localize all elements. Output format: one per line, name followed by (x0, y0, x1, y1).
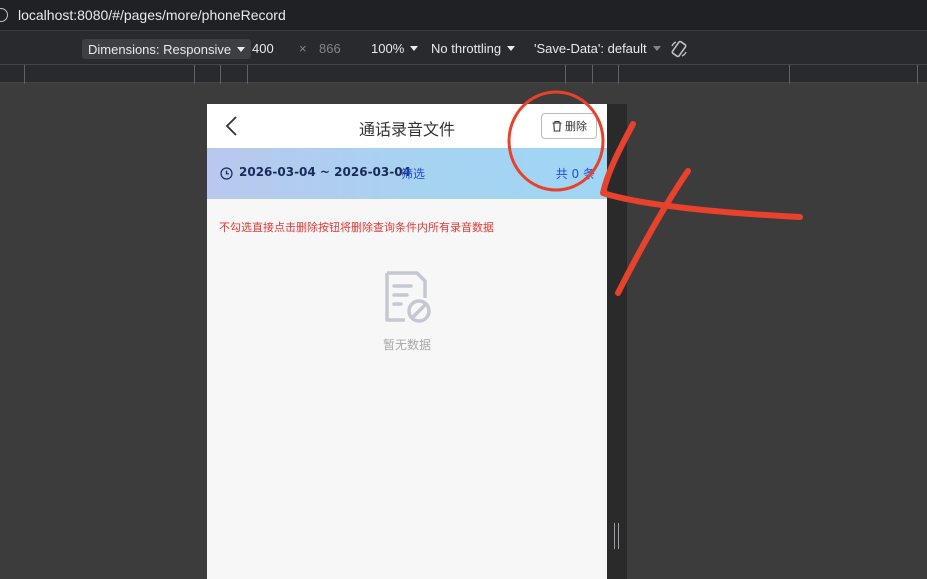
ruler-tick (565, 65, 566, 84)
resize-grip-icon[interactable] (614, 523, 620, 549)
ruler-tick (194, 65, 195, 84)
media-query-ruler[interactable] (0, 64, 927, 84)
total-count: 共 0 条 (555, 167, 595, 181)
delete-button[interactable]: 删除 (541, 113, 597, 139)
ruler-tick (917, 65, 918, 84)
throttling-select[interactable]: No throttling (431, 41, 516, 56)
empty-state-text: 暂无数据 (382, 338, 431, 352)
delete-label: 删除 (565, 120, 587, 133)
times-sign: × (299, 41, 307, 56)
filter-link[interactable]: 筛选 (401, 165, 425, 182)
ruler-tick (618, 65, 619, 84)
throttling-label: No throttling (431, 41, 502, 56)
device-toolbar: Dimensions: Responsive 400 × 866 100% No… (0, 30, 927, 64)
save-data-select[interactable]: 'Save-Data': default (534, 41, 661, 56)
height-input[interactable]: 866 (319, 41, 341, 56)
zoom-select[interactable]: 100% (371, 41, 419, 56)
chevron-down-icon (652, 46, 661, 51)
chevron-down-icon (410, 46, 419, 51)
chevron-down-icon (237, 46, 246, 52)
url-text[interactable]: localhost:8080/#/pages/more/phoneRecord (18, 7, 286, 23)
dimensions-label: Dimensions: Responsive (88, 41, 232, 57)
date-range[interactable]: 2026-03-04 ~ 2026-03-04 (239, 165, 411, 179)
trash-icon (552, 120, 562, 132)
chevron-down-icon (507, 46, 516, 51)
site-info-icon[interactable] (0, 8, 8, 22)
dimensions-select[interactable]: Dimensions: Responsive (82, 39, 252, 59)
ruler-tick (220, 65, 221, 84)
device-viewport: 通话录音文件 删除 2026-03-04 ~ 2026-03-04 筛选 共 0… (207, 104, 607, 579)
clock-icon (220, 167, 233, 180)
save-data-label: 'Save-Data': default (534, 41, 647, 56)
rotate-device-icon[interactable] (670, 40, 688, 58)
width-input[interactable]: 400 (252, 41, 274, 56)
ruler-tick (247, 65, 248, 84)
no-data-document-icon (385, 271, 431, 323)
zoom-label: 100% (371, 41, 405, 56)
ruler-tick (789, 65, 790, 84)
delete-tip: 不勾选直接点击删除按钮将删除查询条件内所有录音数据 (219, 221, 494, 234)
date-filter-bar: 2026-03-04 ~ 2026-03-04 筛选 共 0 条 (207, 148, 607, 199)
ruler-tick (24, 65, 25, 84)
device-resize-handle[interactable] (607, 104, 627, 579)
address-bar[interactable]: localhost:8080/#/pages/more/phoneRecord (0, 0, 927, 30)
ruler-tick (592, 65, 593, 84)
nav-bar: 通话录音文件 删除 (207, 104, 607, 148)
